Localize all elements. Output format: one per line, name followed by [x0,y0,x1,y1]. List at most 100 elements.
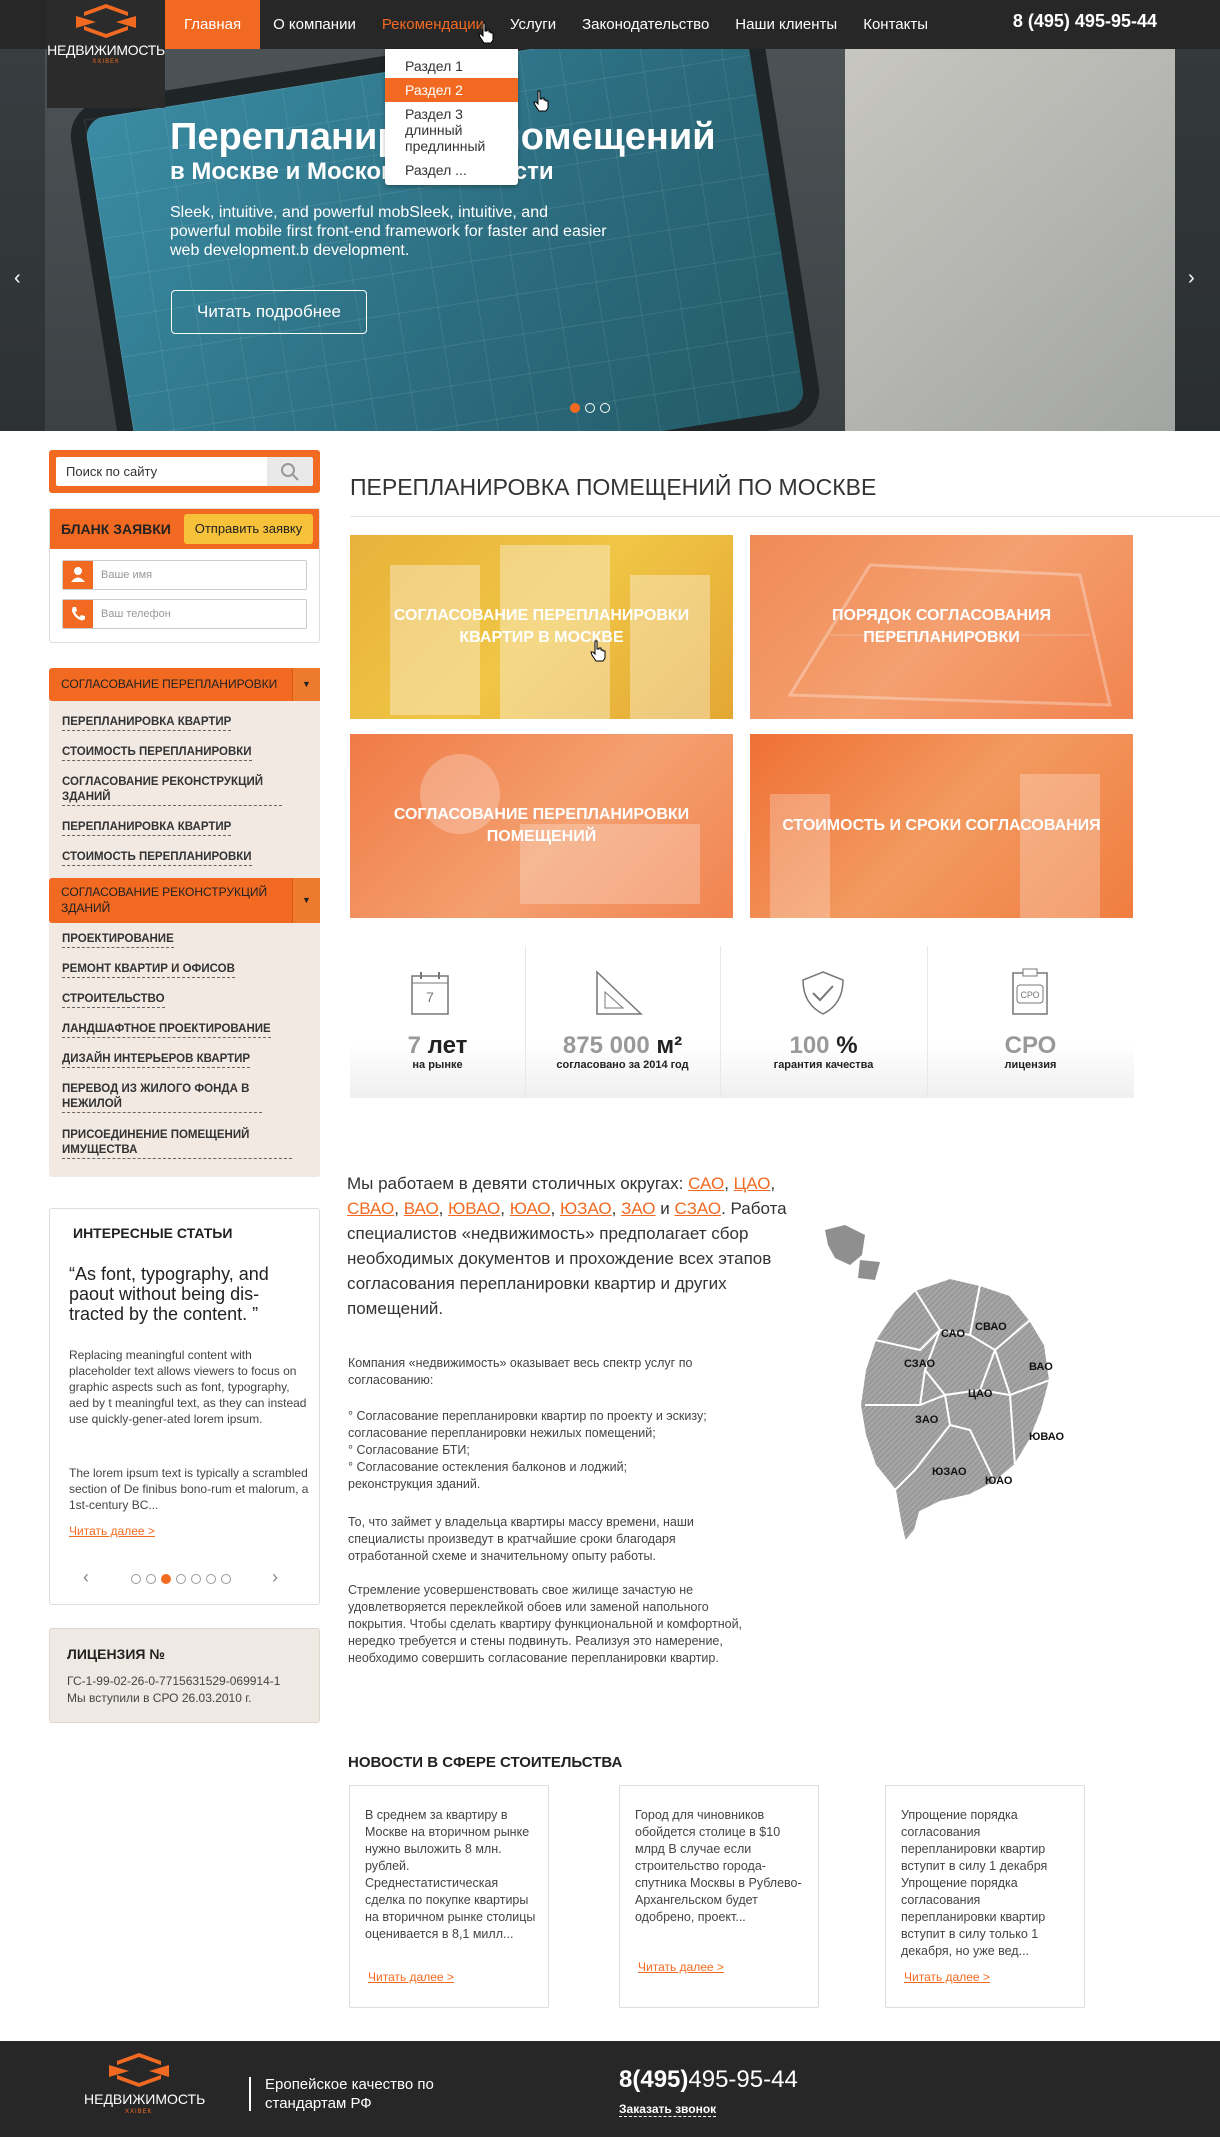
send-request-button[interactable]: Отправить заявку [184,514,313,544]
sidebar-item[interactable]: ПЕРЕПЛАНИРОВКА КВАРТИР [62,715,232,731]
sidebar-item[interactable]: ЛАНДШАФТНОЕ ПРОЕКТИРОВАНИЕ [62,1022,271,1038]
sidebar-item[interactable]: СТРОИТЕЛЬСТВО [62,992,165,1008]
sidebar-item[interactable]: ПРОЕКТИРОВАНИЕ [62,932,174,948]
title-divider [350,516,1220,517]
news-text: Упрощение порядка согласования переплани… [901,1808,1048,1958]
hero-prev-arrow[interactable]: ‹ [14,267,21,290]
dropdown-item-3[interactable]: Раздел 3 длинный предлинный [385,102,518,158]
district-link[interactable]: ЦАО [734,1174,771,1193]
slide-dot-3[interactable] [600,403,610,413]
news-card: Город для чиновников обойдется столице в… [619,1785,819,2008]
nav-clients[interactable]: Наши клиенты [722,0,850,49]
certificate-icon-text: СРО [1020,990,1039,1000]
articles-pagination: ‹ › [50,1567,319,1589]
logo[interactable]: НЕДВИЖИМОСТЬ ХХIВЕК [47,0,165,108]
stat-label: согласовано за 2014 год [556,1059,689,1071]
nav-about[interactable]: О компании [260,0,369,49]
district-link[interactable]: ЮЗАО [560,1199,612,1218]
sidebar-item[interactable]: РЕМОНТ КВАРТИР И ОФИСОВ [62,962,235,978]
map-graphic: САО СВАО СЗАО ВАО ЦАО ЗАО ЮВАО ЮЗАО ЮАО [825,1225,1065,1545]
nav-contacts[interactable]: Контакты [850,0,941,49]
search-button[interactable] [267,457,313,486]
sidebar-head-approval[interactable]: СОГЛАСОВАНИЕ ПЕРЕПЛАНИРОВКИ ▼ [49,668,320,701]
moscow-districts-map[interactable]: САО СВАО СЗАО ВАО ЦАО ЗАО ЮВАО ЮЗАО ЮАО [820,1220,1140,1580]
district-link[interactable]: СВАО [347,1199,394,1218]
request-form-header: БЛАНК ЗАЯВКИ Отправить заявку [50,509,319,549]
license-sro: Мы вступили в СРО 26.03.2010 г. [67,1691,252,1705]
article-dot[interactable] [131,1574,141,1584]
chevron-down-icon[interactable]: ▼ [292,668,320,701]
article-dot[interactable] [221,1574,231,1584]
news-card: В среднем за квартиру в Москве на вторич… [349,1785,549,2008]
district-link[interactable]: ЮВАО [448,1199,500,1218]
sidebar-item[interactable]: ПРИСОЕДИНЕНИЕ ПОМЕЩЕНИЙ ИМУЩЕСТВА [62,1128,292,1159]
phone-field-wrap [62,599,307,629]
tile-cost-terms[interactable]: СТОИМОСТЬ И СРОКИ СОГЛАСОВАНИЯ [750,734,1133,918]
phone-field[interactable] [101,605,301,623]
tile-approval-order[interactable]: ПОРЯДОК СОГЛАСОВАНИЯ ПЕРЕПЛАНИРОВКИ [750,535,1133,719]
district-link[interactable]: ЗАО [621,1199,655,1218]
stat-label: лицензия [1004,1059,1057,1071]
read-more-button[interactable]: Читать подробнее [171,290,367,334]
search-input[interactable] [56,457,267,486]
district-link[interactable]: ЮАО [510,1199,551,1218]
order-call-link[interactable]: Заказать звонок [619,2102,717,2117]
logo-subtext: ХХIВЕК [92,59,120,65]
stat-label: гарантия качества [773,1059,874,1071]
stat-area: 875 000 м² согласовано за 2014 год [525,946,720,1098]
map-label: ЮВАО [1029,1431,1065,1443]
sidebar-head-reconstruction[interactable]: СОГЛАСОВАНИЕ РЕКОНСТРУКЦИЙ ЗДАНИЙ ▼ [49,878,320,923]
district-link[interactable]: СЗАО [675,1199,722,1218]
tile-apartment-approval[interactable]: СОГЛАСОВАНИЕ ПЕРЕПЛАНИРОВКИ КВАРТИР В МО… [350,535,733,719]
articles-read-more-link[interactable]: Читать далее > [69,1524,155,1538]
articles-next-arrow[interactable]: › [272,1567,278,1588]
dropdown-item-1[interactable]: Раздел 1 [385,54,518,78]
sidebar-item[interactable]: ДИЗАЙН ИНТЕРЬЕРОВ КВАРТИР [62,1052,251,1068]
article-dot[interactable] [161,1574,171,1584]
sidebar-head-reconstruction-label: СОГЛАСОВАНИЕ РЕКОНСТРУКЦИЙ ЗДАНИЙ [61,885,268,915]
district-link[interactable]: САО [688,1174,724,1193]
chevron-down-icon[interactable]: ▼ [292,878,320,923]
sidebar-item[interactable]: СОГЛАСОВАНИЕ РЕКОНСТРУКЦИЙ ЗДАНИЙ [62,775,282,806]
district-link[interactable]: ВАО [404,1199,439,1218]
articles-widget: ИНТЕРЕСНЫЕ СТАТЬИ “As font, typography, … [49,1208,320,1605]
article-dot[interactable] [146,1574,156,1584]
article-dot[interactable] [191,1574,201,1584]
article-dot[interactable] [176,1574,186,1584]
map-label: ЮЗАО [932,1466,967,1478]
sidebar-item[interactable]: ПЕРЕПЛАНИРОВКА КВАРТИР [62,820,232,836]
map-label: СЗАО [904,1358,935,1370]
search-icon [281,463,299,481]
news-read-more-link[interactable]: Читать далее > [904,1970,990,1984]
slide-dot-2[interactable] [585,403,595,413]
map-label: САО [941,1328,965,1340]
name-field[interactable] [101,566,301,584]
dropdown-item-2[interactable]: Раздел 2 [385,78,518,102]
news-read-more-link[interactable]: Читать далее > [368,1970,454,1984]
stats-strip: 7 7 лет на рынке 875 000 м² согласовано … [350,946,1134,1098]
articles-prev-arrow[interactable]: ‹ [83,1567,89,1588]
tile-label: СОГЛАСОВАНИЕ ПЕРЕПЛАНИРОВКИ КВАРТИР В МО… [393,607,690,646]
news-text: В среднем за квартиру в Москве на вторич… [365,1808,536,1941]
dropdown-menu: Раздел 1 Раздел 2 Раздел 3 длинный предл… [385,49,518,185]
request-form: БЛАНК ЗАЯВКИ Отправить заявку [49,508,320,643]
map-label: СВАО [975,1321,1007,1333]
article-dot[interactable] [206,1574,216,1584]
tile-premises-approval[interactable]: СОГЛАСОВАНИЕ ПЕРЕПЛАНИРОВКИ ПОМЕЩЕНИЙ [350,734,733,918]
slide-dot-1[interactable] [570,403,580,413]
dropdown-item-4[interactable]: Раздел ... [385,158,518,182]
nav-services[interactable]: Услуги [497,0,569,49]
triangle-ruler-icon [596,970,643,1015]
footer-logo-icon[interactable] [105,2051,173,2089]
search-box [49,450,320,493]
stat-unit: лет [427,1032,468,1059]
sidebar-item[interactable]: ПЕРЕВОД ИЗ ЖИЛОГО ФОНДА В НЕЖИЛОЙ [62,1082,262,1113]
sidebar-item[interactable]: СТОИМОСТЬ ПЕРЕПЛАНИРОВКИ [62,745,252,761]
hero-next-arrow[interactable]: › [1188,267,1195,290]
news-read-more-link[interactable]: Читать далее > [638,1960,724,1974]
sidebar-item[interactable]: СТОИМОСТЬ ПЕРЕПЛАНИРОВКИ [62,850,252,866]
nav-home[interactable]: Главная [165,0,261,49]
footer-slogan: Еропейское качество по стандартам РФ [265,2076,434,2112]
user-icon [63,561,93,589]
nav-legislation[interactable]: Законодательство [569,0,722,49]
